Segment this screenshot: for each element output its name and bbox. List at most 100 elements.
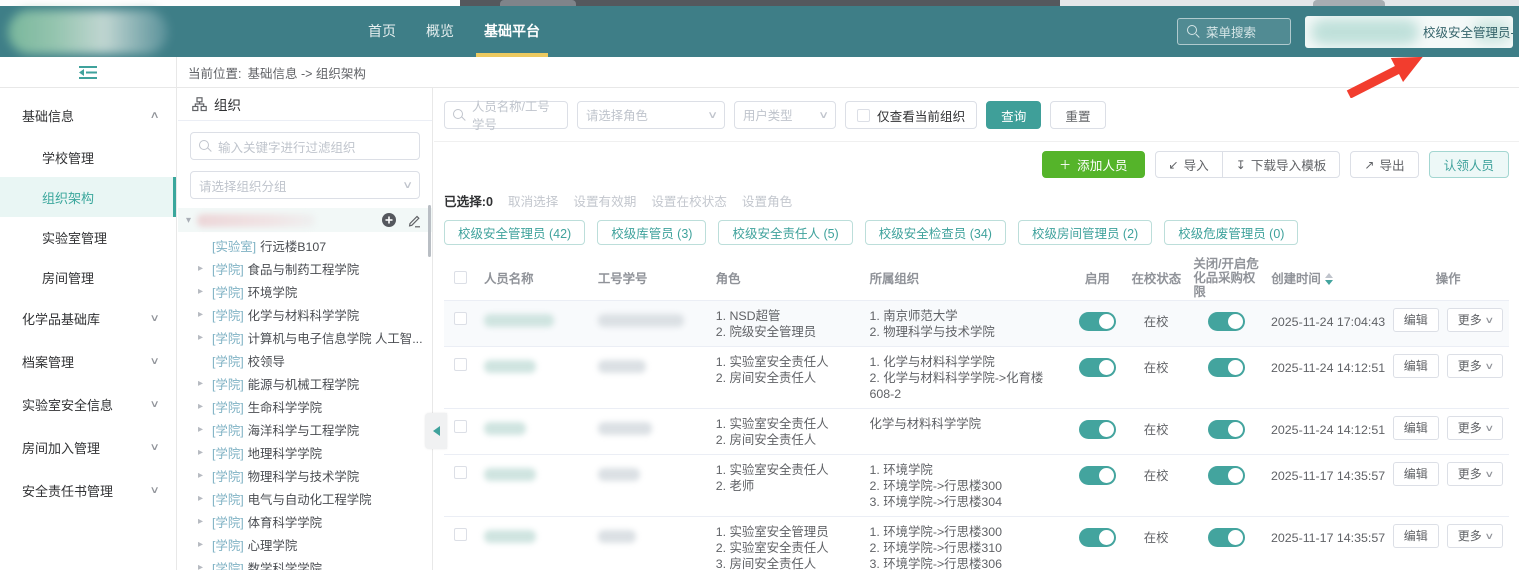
org-tree-item[interactable]: ▸ [学院] 地理科学学院 bbox=[178, 441, 432, 464]
org-tree-item[interactable]: ▸ [学院] 生命科学学院 bbox=[178, 395, 432, 418]
org-group-select[interactable]: 请选择组织分组 ∨ bbox=[190, 171, 420, 199]
purchase-permission-toggle[interactable] bbox=[1207, 312, 1245, 331]
row-checkbox[interactable] bbox=[454, 358, 468, 371]
claim-person-button[interactable]: 认领人员 bbox=[1428, 151, 1509, 178]
sidebar-item[interactable]: 学校管理 bbox=[0, 137, 176, 177]
chevron-right-icon[interactable]: ▸ bbox=[198, 401, 212, 412]
role-filter-chip[interactable]: 校级安全检查员 (34) bbox=[864, 220, 1006, 245]
tree-collapse-handle[interactable] bbox=[425, 413, 447, 449]
sidebar-group-item[interactable]: 档案管理 ∨ bbox=[0, 340, 176, 383]
sidebar-group-item[interactable]: 安全责任书管理 ∨ bbox=[0, 469, 176, 512]
edit-button[interactable]: 编辑 bbox=[1392, 354, 1439, 378]
sidebar-group-item[interactable]: 实验室安全信息 ∨ bbox=[0, 383, 176, 426]
chevron-right-icon[interactable]: ▸ bbox=[198, 286, 212, 297]
more-button[interactable]: 更多 ∨ bbox=[1446, 354, 1504, 378]
chevron-expanded-icon[interactable]: ▾ bbox=[186, 215, 191, 226]
chevron-right-icon[interactable]: ▸ bbox=[198, 332, 212, 343]
org-tree-item[interactable]: ▸ [学院] 计算机与电子信息学院 人工智... bbox=[178, 326, 432, 349]
org-tree-item[interactable]: ▸ [学院] 物理科学与技术学院 bbox=[178, 464, 432, 487]
org-tree-item[interactable]: ▸ [学院] 数学科学学院 bbox=[178, 556, 432, 570]
import-button[interactable]: ↙ 导入 bbox=[1156, 152, 1222, 177]
sidebar-group-item[interactable]: 房间加入管理 ∨ bbox=[0, 426, 176, 469]
query-button[interactable]: 查询 bbox=[986, 101, 1042, 129]
chevron-right-icon[interactable]: ▸ bbox=[198, 263, 212, 274]
chevron-right-icon[interactable]: ▸ bbox=[198, 424, 212, 435]
purchase-permission-toggle[interactable] bbox=[1207, 528, 1245, 547]
chevron-right-icon[interactable]: ▸ bbox=[198, 309, 212, 320]
org-tree-item[interactable]: ▸ [学院] 心理学院 bbox=[178, 533, 432, 556]
bulk-action-link[interactable]: 取消选择 bbox=[508, 191, 558, 210]
role-filter-chip[interactable]: 校级房间管理员 (2) bbox=[1017, 220, 1153, 245]
only-current-org-checkbox[interactable]: 仅查看当前组织 bbox=[845, 101, 978, 129]
purchase-permission-toggle[interactable] bbox=[1207, 466, 1245, 485]
role-filter-chip[interactable]: 校级库管员 (3) bbox=[597, 220, 707, 245]
org-tree-item[interactable]: ▸ [学院] 海洋科学与工程学院 bbox=[178, 418, 432, 441]
role-select[interactable]: 请选择角色 ∨ bbox=[577, 101, 725, 129]
edit-button[interactable]: 编辑 bbox=[1392, 524, 1439, 548]
collapse-sidebar-icon[interactable] bbox=[78, 65, 98, 80]
menu-search-input[interactable]: 菜单搜索 bbox=[1177, 18, 1291, 45]
role-filter-chip[interactable]: 校级危废管理员 (0) bbox=[1164, 220, 1299, 245]
select-all-checkbox[interactable] bbox=[454, 271, 468, 284]
edit-pencil-icon[interactable] bbox=[407, 213, 422, 228]
user-account-button[interactable]: 校级安全管理员- bbox=[1305, 15, 1513, 48]
chevron-right-icon[interactable]: ▸ bbox=[198, 493, 212, 504]
org-tree-root-node[interactable]: ▾ bbox=[178, 208, 432, 232]
top-nav-item[interactable]: 基础平台 bbox=[476, 6, 548, 57]
org-tree-item[interactable]: ▸ [学院] 能源与机械工程学院 bbox=[178, 372, 432, 395]
sidebar-group-item[interactable]: 基础信息 ∧ bbox=[0, 94, 176, 137]
edit-button[interactable]: 编辑 bbox=[1392, 308, 1439, 332]
top-nav-item[interactable]: 概览 bbox=[426, 6, 454, 57]
chevron-right-icon[interactable]: ▸ bbox=[198, 470, 212, 481]
scrollbar-thumb[interactable] bbox=[428, 205, 431, 257]
edit-button[interactable]: 编辑 bbox=[1392, 462, 1439, 486]
more-button[interactable]: 更多 ∨ bbox=[1446, 462, 1504, 486]
user-type-select[interactable]: 用户类型 ∨ bbox=[734, 101, 836, 129]
edit-button[interactable]: 编辑 bbox=[1392, 416, 1439, 440]
purchase-permission-toggle[interactable] bbox=[1207, 420, 1245, 439]
enable-toggle[interactable] bbox=[1078, 528, 1116, 547]
chevron-right-icon[interactable]: ▸ bbox=[198, 539, 212, 550]
role-filter-chip[interactable]: 校级安全管理员 (42) bbox=[444, 220, 586, 245]
org-tree-item[interactable]: ▸ [学院] 环境学院 bbox=[178, 280, 432, 303]
enable-toggle[interactable] bbox=[1078, 312, 1116, 331]
org-tree-item[interactable]: ▸ [学院] 体育科学学院 bbox=[178, 510, 432, 533]
org-tree-item[interactable]: ▸ [学院] 食品与制药工程学院 bbox=[178, 257, 432, 280]
row-checkbox[interactable] bbox=[454, 528, 468, 541]
chevron-right-icon[interactable]: ▸ bbox=[198, 447, 212, 458]
export-button[interactable]: ↗ 导出 bbox=[1351, 152, 1417, 177]
role-filter-chip[interactable]: 校级安全责任人 (5) bbox=[718, 220, 853, 245]
enable-toggle[interactable] bbox=[1078, 466, 1116, 485]
sidebar-item[interactable]: 实验室管理 bbox=[0, 217, 176, 257]
purchase-permission-toggle[interactable] bbox=[1207, 358, 1245, 377]
chevron-right-icon[interactable]: ▸ bbox=[198, 516, 212, 527]
add-person-button[interactable]: ＋ 添加人员 bbox=[1042, 151, 1145, 178]
enable-toggle[interactable] bbox=[1078, 420, 1116, 439]
chevron-right-icon[interactable]: ▸ bbox=[198, 378, 212, 389]
add-org-icon[interactable] bbox=[381, 212, 397, 228]
org-filter-input[interactable]: 输入关键字进行过滤组织 bbox=[190, 132, 420, 160]
org-tree-item[interactable]: [学院] 校领导 bbox=[178, 349, 432, 372]
more-button[interactable]: 更多 ∨ bbox=[1446, 308, 1504, 332]
org-tree-item[interactable]: ▸ [学院] 化学与材料科学学院 bbox=[178, 303, 432, 326]
reset-button[interactable]: 重置 bbox=[1050, 101, 1106, 129]
row-checkbox[interactable] bbox=[454, 466, 468, 479]
row-checkbox[interactable] bbox=[454, 420, 468, 433]
org-tree-item[interactable]: ▸ [学院] 电气与自动化工程学院 bbox=[178, 487, 432, 510]
bulk-action-link[interactable]: 设置在校状态 bbox=[651, 191, 727, 210]
more-button[interactable]: 更多 ∨ bbox=[1446, 416, 1504, 440]
more-button[interactable]: 更多 ∨ bbox=[1446, 524, 1504, 548]
sidebar-item[interactable]: 房间管理 bbox=[0, 257, 176, 297]
chevron-right-icon[interactable]: ▸ bbox=[198, 562, 212, 570]
download-template-button[interactable]: ↧ 下载导入模板 bbox=[1221, 152, 1340, 177]
enable-toggle[interactable] bbox=[1078, 358, 1116, 377]
sort-toggle[interactable] bbox=[1324, 273, 1333, 286]
row-checkbox[interactable] bbox=[454, 312, 468, 325]
bulk-action-link[interactable]: 设置有效期 bbox=[573, 191, 636, 210]
person-search-input[interactable]: 人员名称/工号学号 bbox=[444, 100, 568, 132]
sidebar-group-item[interactable]: 化学品基础库 ∨ bbox=[0, 297, 176, 340]
bulk-action-link[interactable]: 设置角色 bbox=[742, 191, 792, 210]
sidebar-item[interactable]: 组织架构 bbox=[0, 177, 176, 217]
top-nav-item[interactable]: 首页 bbox=[368, 6, 396, 57]
org-tree-item[interactable]: [实验室] 行远楼B107 bbox=[178, 234, 432, 257]
